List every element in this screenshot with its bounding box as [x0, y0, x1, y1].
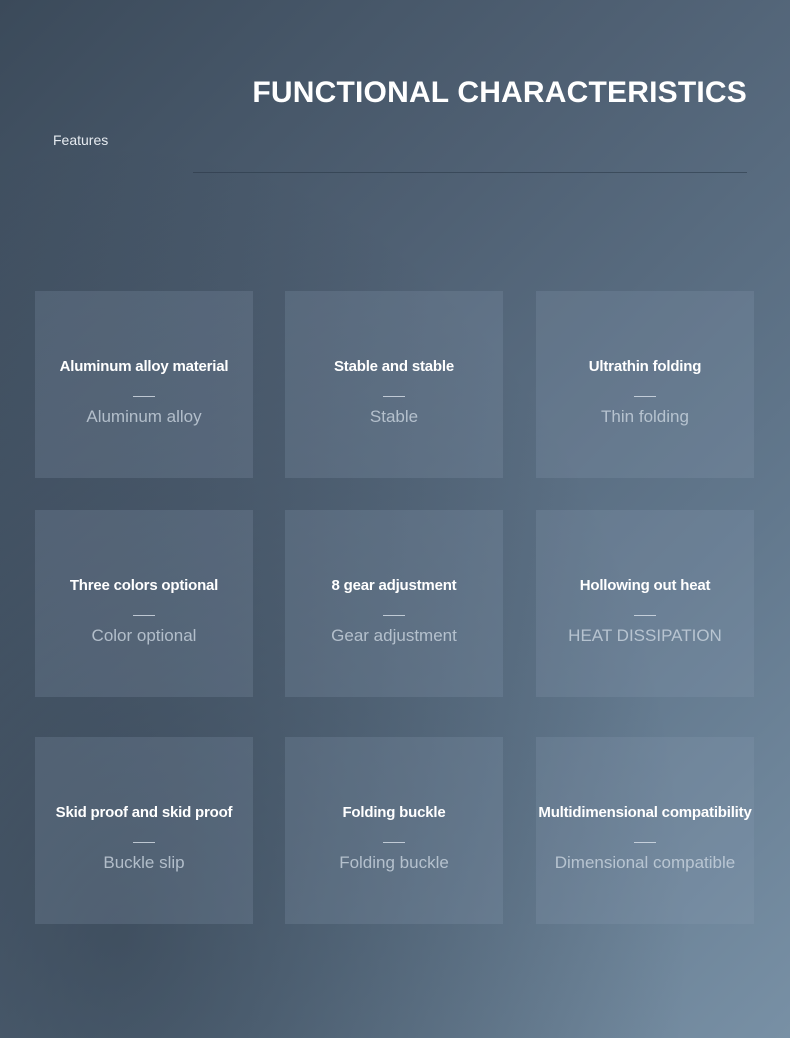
feature-title: Folding buckle: [342, 804, 446, 821]
feature-title: Ultrathin folding: [588, 358, 702, 375]
feature-title: Three colors optional: [69, 577, 219, 594]
header-divider: [193, 172, 747, 173]
feature-divider: [634, 842, 656, 843]
feature-title: Multidimensional compatibility: [538, 804, 752, 821]
feature-subtitle: Folding buckle: [339, 853, 449, 872]
page-title: FUNCTIONAL CHARACTERISTICS: [252, 76, 747, 109]
feature-card-ultrathin: Ultrathin folding Thin folding: [536, 291, 754, 478]
feature-card-gear: 8 gear adjustment Gear adjustment: [285, 510, 503, 697]
feature-card-aluminum: Aluminum alloy material Aluminum alloy: [35, 291, 253, 478]
feature-title: Hollowing out heat: [579, 577, 711, 594]
feature-subtitle: Stable: [369, 407, 419, 426]
feature-card-buckle: Folding buckle Folding buckle: [285, 737, 503, 924]
feature-divider: [133, 615, 155, 616]
feature-card-heat: Hollowing out heat HEAT DISSIPATION: [536, 510, 754, 697]
feature-card-skid: Skid proof and skid proof Buckle slip: [35, 737, 253, 924]
feature-title: Aluminum alloy material: [59, 358, 229, 375]
feature-divider: [634, 396, 656, 397]
feature-divider: [634, 615, 656, 616]
feature-divider: [383, 615, 405, 616]
feature-divider: [133, 842, 155, 843]
feature-card-compatibility: Multidimensional compatibility Dimension…: [536, 737, 754, 924]
page-subtitle: Features: [53, 132, 109, 148]
feature-title: Stable and stable: [334, 358, 454, 375]
feature-subtitle: Gear adjustment: [331, 626, 457, 645]
feature-subtitle: Buckle slip: [103, 853, 185, 872]
feature-subtitle: HEAT DISSIPATION: [568, 626, 722, 645]
feature-subtitle: Thin folding: [601, 407, 689, 426]
feature-divider: [383, 842, 405, 843]
feature-divider: [133, 396, 155, 397]
feature-title: Skid proof and skid proof: [55, 804, 233, 821]
feature-subtitle: Dimensional compatible: [554, 853, 736, 872]
feature-card-stable: Stable and stable Stable: [285, 291, 503, 478]
feature-divider: [383, 396, 405, 397]
feature-card-colors: Three colors optional Color optional: [35, 510, 253, 697]
feature-title: 8 gear adjustment: [331, 577, 457, 594]
feature-subtitle: Color optional: [91, 626, 197, 645]
feature-subtitle: Aluminum alloy: [86, 407, 202, 426]
